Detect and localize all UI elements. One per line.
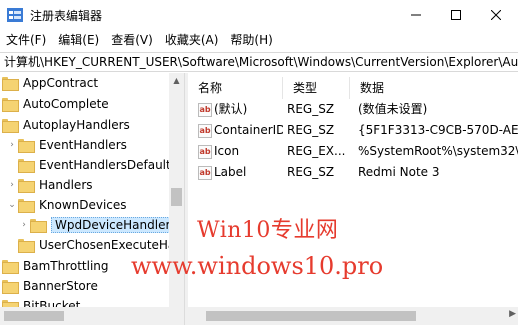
scroll-thumb[interactable]	[171, 188, 182, 206]
chevron-down-icon[interactable]: ⌄	[6, 195, 18, 215]
folder-icon	[2, 119, 19, 133]
tree-item-label: EventHandlersDefaultSelection	[39, 158, 184, 172]
minimize-icon	[411, 14, 421, 16]
chevron-right-icon[interactable]: ›	[6, 175, 18, 195]
values-list: 名称 类型 数据 ab (默认) REG_SZ (数值未设置) ab Conta…	[188, 73, 518, 325]
list-horizontal-scrollbar[interactable]: ▶	[188, 307, 518, 325]
watermark-url: www.windows10.pro	[131, 252, 384, 280]
tree-item[interactable]: › Handlers	[6, 175, 175, 195]
tree-item-label: KnownDevices	[39, 198, 127, 212]
folder-icon	[18, 139, 35, 153]
folder-icon	[18, 159, 35, 173]
tree-item-label: AutoComplete	[23, 97, 109, 111]
tree-item-label: AppContract	[23, 76, 99, 90]
window-title: 注册表编辑器	[30, 9, 103, 23]
value-name: ContainerID	[214, 123, 283, 137]
maximize-button[interactable]	[436, 0, 476, 30]
menu-view[interactable]: 查看(V)	[105, 30, 159, 51]
value-data: {5F1F3313-C9CB-570D-AED0-2F	[358, 123, 518, 137]
close-button[interactable]	[476, 0, 516, 30]
value-name: Icon	[214, 144, 240, 158]
folder-icon	[18, 199, 35, 213]
scroll-right-icon[interactable]: ▶	[509, 309, 516, 319]
title-bar: 注册表编辑器	[0, 0, 518, 30]
key-tree: AppContract AutoComplete AutoplayHandler…	[0, 73, 184, 325]
value-name: (默认)	[214, 102, 248, 116]
maximize-icon	[451, 10, 461, 20]
folder-icon	[2, 280, 19, 294]
value-data: %SystemRoot%\system32\wpd	[358, 144, 518, 158]
column-header-type[interactable]: 类型	[283, 77, 350, 99]
address-bar[interactable]: 计算机\HKEY_CURRENT_USER\Software\Microsoft…	[0, 52, 518, 72]
tree-item-label: BamThrottling	[23, 259, 109, 273]
tree-item[interactable]: › EventHandlers	[6, 135, 175, 155]
scroll-thumb[interactable]	[206, 311, 416, 321]
tree-item[interactable]: AppContract	[2, 73, 171, 93]
menu-bar: 文件(F) 编辑(E) 查看(V) 收藏夹(A) 帮助(H)	[0, 30, 518, 51]
value-row[interactable]: ab ContainerID REG_SZ {5F1F3313-C9CB-570…	[188, 120, 518, 141]
value-type: REG_SZ	[287, 123, 335, 137]
string-value-icon: ab	[198, 165, 212, 180]
folder-icon	[2, 260, 19, 274]
folder-icon	[30, 219, 47, 233]
value-row[interactable]: ab Label REG_SZ Redmi Note 3	[188, 162, 518, 183]
value-type: REG_SZ	[287, 102, 335, 116]
tree-item-label: AutoplayHandlers	[23, 118, 130, 132]
tree-item[interactable]: AutoplayHandlers	[2, 115, 171, 135]
value-data: (数值未设置)	[358, 102, 428, 116]
tree-item-label: Handlers	[39, 178, 93, 192]
folder-icon	[2, 77, 19, 91]
scroll-thumb[interactable]	[4, 311, 64, 321]
column-header-name[interactable]: 名称	[188, 77, 283, 99]
tree-item[interactable]: ⌄ KnownDevices	[6, 195, 175, 215]
string-value-icon: ab	[198, 144, 212, 159]
chevron-right-icon[interactable]: ›	[18, 215, 30, 235]
value-type: REG_EX...	[287, 144, 346, 158]
value-row[interactable]: ab Icon REG_EX... %SystemRoot%\system32\…	[188, 141, 518, 162]
tree-vertical-scrollbar[interactable]: ▲	[169, 73, 184, 325]
folder-icon	[18, 179, 35, 193]
list-header: 名称 类型 数据	[188, 77, 518, 99]
folder-icon	[2, 98, 19, 112]
tree-horizontal-scrollbar[interactable]	[0, 307, 184, 325]
tree-item-label: BannerStore	[23, 279, 98, 293]
close-icon	[491, 10, 501, 20]
folder-icon	[18, 239, 35, 253]
value-type: REG_SZ	[287, 165, 335, 179]
minimize-button[interactable]	[396, 0, 436, 30]
string-value-icon: ab	[198, 102, 212, 117]
menu-help[interactable]: 帮助(H)	[224, 30, 278, 51]
menu-favorites[interactable]: 收藏夹(A)	[159, 30, 225, 51]
tree-item-label: WpdDeviceHandler	[51, 217, 175, 233]
regedit-icon	[7, 8, 23, 22]
tree-item-label: EventHandlers	[39, 138, 127, 152]
value-row[interactable]: ab (默认) REG_SZ (数值未设置)	[188, 99, 518, 120]
column-header-data[interactable]: 数据	[350, 77, 518, 99]
chevron-right-icon[interactable]: ›	[6, 135, 18, 155]
tree-item-label: UserChosenExecuteHandlers	[39, 238, 184, 252]
tree-item[interactable]: AutoComplete	[2, 94, 171, 114]
string-value-icon: ab	[198, 123, 212, 138]
value-data: Redmi Note 3	[358, 165, 440, 179]
menu-edit[interactable]: 编辑(E)	[52, 30, 105, 51]
tree-item[interactable]: EventHandlersDefaultSelection	[18, 155, 184, 175]
scroll-up-icon[interactable]: ▲	[169, 73, 184, 88]
value-name: Label	[214, 165, 247, 179]
tree-item-selected[interactable]: › WpdDeviceHandler	[18, 215, 184, 235]
watermark-title: Win10专业网	[197, 218, 339, 243]
menu-file[interactable]: 文件(F)	[0, 30, 52, 51]
